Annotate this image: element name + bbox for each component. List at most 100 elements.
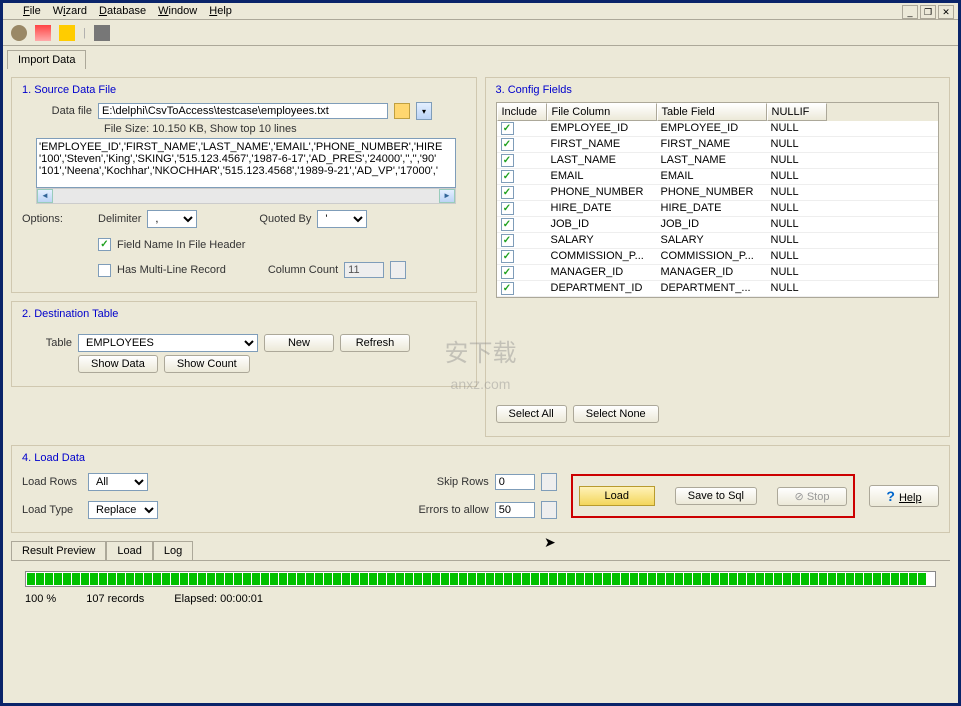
table-row[interactable]: COMMISSION_P...COMMISSION_P...NULL — [497, 249, 939, 265]
options-label: Options: — [22, 213, 92, 225]
cell-tablefield: DEPARTMENT_... — [657, 281, 767, 296]
preview-line: 'EMPLOYEE_ID','FIRST_NAME','LAST_NAME','… — [39, 141, 453, 153]
cell-tablefield: FIRST_NAME — [657, 137, 767, 152]
include-checkbox[interactable] — [501, 266, 514, 279]
skiprows-spinner[interactable] — [541, 473, 557, 491]
include-checkbox[interactable] — [501, 154, 514, 167]
action-highlight-box: Load Save to Sql ⊘ Stop — [571, 474, 855, 518]
include-checkbox[interactable] — [501, 218, 514, 231]
field-header-label: Field Name In File Header — [117, 239, 245, 251]
errors-spinner[interactable] — [541, 501, 557, 519]
table-row[interactable]: DEPARTMENT_IDDEPARTMENT_...NULL — [497, 281, 939, 297]
table-row[interactable]: HIRE_DATEHIRE_DATENULL — [497, 201, 939, 217]
multiline-checkbox[interactable] — [98, 264, 111, 277]
menu-window[interactable]: Window — [158, 5, 197, 17]
config-title: 3. Config Fields — [496, 84, 940, 96]
restore-button[interactable]: ❐ — [920, 5, 936, 19]
table-row[interactable]: FIRST_NAMEFIRST_NAMENULL — [497, 137, 939, 153]
tab-result-preview[interactable]: Result Preview — [11, 541, 106, 560]
cell-nullif: NULL — [767, 137, 827, 152]
table-row[interactable]: LAST_NAMELAST_NAMENULL — [497, 153, 939, 169]
save-sql-button[interactable]: Save to Sql — [675, 487, 757, 505]
load-button[interactable]: Load — [579, 486, 655, 506]
cell-filecolumn: LAST_NAME — [547, 153, 657, 168]
th-tablefield[interactable]: Table Field — [657, 103, 767, 121]
help-button[interactable]: ?Help — [869, 485, 939, 507]
cell-filecolumn: EMPLOYEE_ID — [547, 121, 657, 136]
loadtype-select[interactable]: Replace — [88, 501, 158, 519]
include-checkbox[interactable] — [501, 186, 514, 199]
th-nullif[interactable]: NULLIF — [767, 103, 827, 121]
menu-wizard[interactable]: Wizard — [53, 5, 87, 17]
errors-input[interactable] — [495, 502, 535, 518]
selectall-button[interactable]: Select All — [496, 405, 567, 423]
cell-tablefield: COMMISSION_P... — [657, 249, 767, 264]
group-source-data: 1. Source Data File Data file File Size:… — [11, 77, 477, 293]
loadrows-select[interactable]: All — [88, 473, 148, 491]
preview-textarea[interactable]: 'EMPLOYEE_ID','FIRST_NAME','LAST_NAME','… — [36, 138, 456, 188]
preview-line: '100','Steven','King','SKING','515.123.4… — [39, 153, 453, 165]
include-checkbox[interactable] — [501, 234, 514, 247]
menu-file[interactable]: File — [23, 5, 41, 17]
table-select[interactable]: EMPLOYEES — [78, 334, 258, 352]
include-checkbox[interactable] — [501, 282, 514, 295]
table-row[interactable]: JOB_IDJOB_IDNULL — [497, 217, 939, 233]
table-row[interactable]: EMAILEMAILNULL — [497, 169, 939, 185]
tool-icon-3[interactable] — [59, 25, 75, 41]
result-tabstrip: Result Preview Load Log — [11, 541, 950, 560]
cursor-icon: ➤ — [544, 534, 556, 551]
new-button[interactable]: New — [264, 334, 334, 352]
table-row[interactable]: SALARYSALARYNULL — [497, 233, 939, 249]
include-checkbox[interactable] — [501, 202, 514, 215]
include-checkbox[interactable] — [501, 250, 514, 263]
preview-line: '101','Neena','Kochhar','NKOCHHAR','515.… — [39, 165, 453, 177]
field-header-checkbox[interactable] — [98, 238, 111, 251]
showcount-button[interactable]: Show Count — [164, 355, 250, 373]
loadrows-label: Load Rows — [22, 476, 82, 488]
cell-filecolumn: PHONE_NUMBER — [547, 185, 657, 200]
tool-icon-2[interactable] — [35, 25, 51, 41]
table-row[interactable]: MANAGER_IDMANAGER_IDNULL — [497, 265, 939, 281]
cell-nullif: NULL — [767, 185, 827, 200]
th-include[interactable]: Include — [497, 103, 547, 121]
app-window: _ ❐ ✕ File Wizard Database Window Help |… — [0, 0, 961, 706]
menu-help[interactable]: Help — [209, 5, 232, 17]
table-row[interactable]: EMPLOYEE_IDEMPLOYEE_IDNULL — [497, 121, 939, 137]
cell-filecolumn: EMAIL — [547, 169, 657, 184]
scroll-left-icon[interactable]: ◄ — [37, 189, 53, 203]
group-config-fields: 3. Config Fields Include File Column Tab… — [485, 77, 951, 437]
colcount-label: Column Count — [268, 264, 338, 276]
table-row[interactable]: PHONE_NUMBERPHONE_NUMBERNULL — [497, 185, 939, 201]
selectnone-button[interactable]: Select None — [573, 405, 659, 423]
browse-icon[interactable] — [394, 103, 410, 119]
loadtype-label: Load Type — [22, 504, 82, 516]
tool-icon-4[interactable] — [94, 25, 110, 41]
tool-icon-1[interactable] — [11, 25, 27, 41]
include-checkbox[interactable] — [501, 138, 514, 151]
menubar: File Wizard Database Window Help — [3, 3, 958, 20]
cell-tablefield: MANAGER_ID — [657, 265, 767, 280]
cell-nullif: NULL — [767, 233, 827, 248]
include-checkbox[interactable] — [501, 170, 514, 183]
preview-scrollbar[interactable]: ◄ ► — [36, 188, 456, 204]
th-filecolumn[interactable]: File Column — [547, 103, 657, 121]
showdata-button[interactable]: Show Data — [78, 355, 158, 373]
quoted-select[interactable]: ' — [317, 210, 367, 228]
refresh-button[interactable]: Refresh — [340, 334, 410, 352]
colcount-spinner[interactable] — [390, 261, 406, 279]
tab-import-data[interactable]: Import Data — [7, 50, 86, 69]
delimiter-select[interactable]: , — [147, 210, 197, 228]
tab-log[interactable]: Log — [153, 541, 193, 560]
close-button[interactable]: ✕ — [938, 5, 954, 19]
minimize-button[interactable]: _ — [902, 5, 918, 19]
group-load-data: 4. Load Data Load Rows All Skip Rows Loa… — [11, 445, 950, 533]
cell-filecolumn: DEPARTMENT_ID — [547, 281, 657, 296]
tab-load[interactable]: Load — [106, 541, 152, 560]
datafile-dropdown[interactable] — [416, 102, 432, 120]
menu-database[interactable]: Database — [99, 5, 146, 17]
scroll-right-icon[interactable]: ► — [439, 189, 455, 203]
include-checkbox[interactable] — [501, 122, 514, 135]
datafile-input[interactable] — [98, 103, 388, 119]
group-destination: 2. Destination Table Table EMPLOYEES New… — [11, 301, 477, 387]
skiprows-input[interactable] — [495, 474, 535, 490]
